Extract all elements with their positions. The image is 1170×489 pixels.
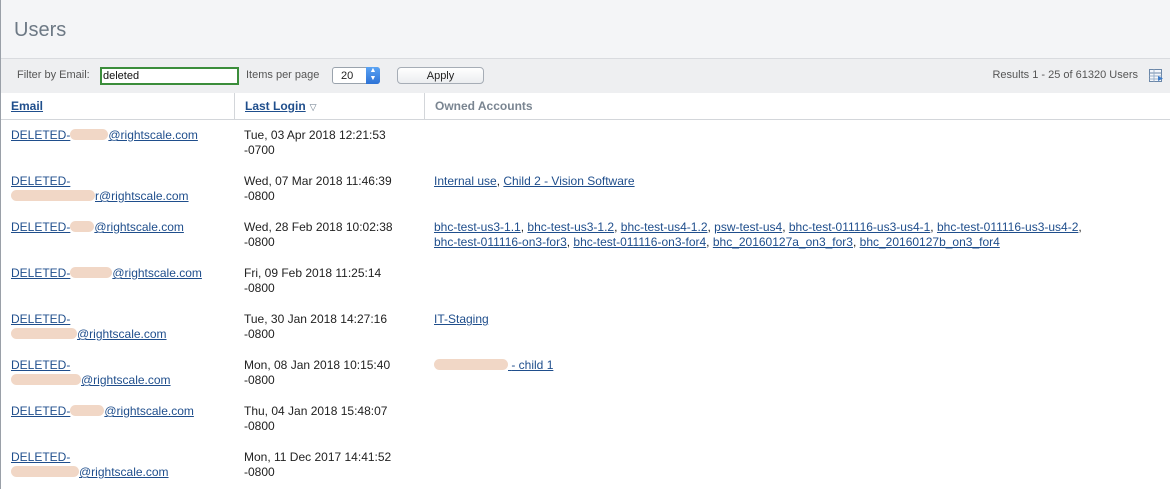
owned-accounts-header-label: Owned Accounts — [435, 99, 533, 113]
account-link[interactable]: Internal use — [434, 174, 497, 188]
account-link[interactable]: bhc-test-us3-1.1 — [434, 220, 521, 234]
login-date: Tue, 03 Apr 2018 12:21:53 — [244, 128, 386, 142]
column-header-owned-accounts: Owned Accounts — [424, 93, 1170, 119]
login-timezone: -0700 — [244, 143, 275, 157]
owned-accounts-cell: - child 1 — [434, 358, 1164, 373]
redacted-text — [11, 328, 77, 339]
owned-accounts-cell: bhc-test-us3-1.1, bhc-test-us3-1.2, bhc-… — [434, 220, 1082, 249]
last-login-cell: Mon, 11 Dec 2017 14:41:52 -0800 — [244, 450, 424, 480]
last-login-cell: Wed, 28 Feb 2018 10:02:38 -0800 — [244, 220, 424, 250]
login-timezone: -0800 — [244, 327, 275, 341]
last-login-cell: Wed, 07 Mar 2018 11:46:39 -0800 — [244, 174, 424, 204]
account-link[interactable]: IT-Staging — [434, 312, 489, 326]
account-link[interactable]: Child 2 - Vision Software — [503, 174, 634, 188]
account-link[interactable]: - child 1 — [434, 358, 553, 372]
redacted-text — [70, 267, 113, 278]
email-cell: DELETED- @rightscale.com — [11, 358, 231, 388]
last-login-cell: Tue, 03 Apr 2018 12:21:53 -0700 — [244, 128, 424, 158]
login-date: Wed, 28 Feb 2018 10:02:38 — [244, 220, 393, 234]
filter-email-input[interactable] — [100, 67, 239, 85]
last-login-cell: Fri, 09 Feb 2018 11:25:14 -0800 — [244, 266, 424, 296]
user-email-link[interactable]: DELETED- @rightscale.com — [11, 404, 194, 418]
last-login-cell: Thu, 04 Jan 2018 15:48:07 -0800 — [244, 404, 424, 434]
owned-accounts-cell: Internal use, Child 2 - Vision Software — [434, 174, 635, 188]
select-arrows-icon: ▲ ▼ — [366, 67, 380, 84]
account-link[interactable]: bhc-test-011116-us3-us4-2 — [937, 220, 1078, 234]
results-count: Results 1 - 25 of 61320 Users — [992, 69, 1138, 81]
page-title: Users — [14, 19, 67, 41]
email-cell: DELETED- @rightscale.com — [11, 266, 231, 281]
login-date: Tue, 30 Jan 2018 14:27:16 — [244, 312, 388, 326]
apply-button[interactable]: Apply — [397, 67, 484, 84]
user-email-link[interactable]: DELETED- @rightscale.com — [11, 128, 198, 142]
redacted-text — [11, 190, 95, 201]
email-cell: DELETED- @rightscale.com — [11, 404, 231, 419]
account-link[interactable]: bhc-test-us3-1.2 — [527, 220, 614, 234]
redacted-text — [11, 374, 81, 385]
items-per-page-label: Items per page — [246, 69, 320, 81]
redacted-text — [70, 405, 105, 416]
user-email-link[interactable]: DELETED-r@rightscale.com — [11, 174, 189, 203]
email-cell: DELETED- @rightscale.com — [11, 128, 231, 143]
login-date: Wed, 07 Mar 2018 11:46:39 — [244, 174, 392, 188]
account-link[interactable]: bhc-test-011116-on3-for4 — [573, 235, 706, 249]
redacted-text — [70, 129, 109, 140]
login-timezone: -0800 — [244, 235, 275, 249]
users-table: DELETED- @rightscale.com Tue, 03 Apr 2018… — [1, 120, 1170, 489]
column-header-last-login[interactable]: Last Login ▽ — [234, 93, 424, 119]
items-per-page-value: 20 — [341, 70, 354, 82]
login-timezone: -0800 — [244, 419, 275, 433]
sort-by-email-link[interactable]: Email — [11, 99, 43, 113]
account-link[interactable]: bhc-test-us4-1.2 — [621, 220, 708, 234]
email-cell: DELETED- @rightscale.com — [11, 450, 231, 480]
account-link[interactable]: psw-test-us4 — [714, 220, 782, 234]
items-per-page-select[interactable]: 20 ▲ ▼ — [332, 67, 380, 84]
user-email-link[interactable]: DELETED- @rightscale.com — [11, 220, 184, 234]
account-link[interactable]: bhc_20160127b_on3_for4 — [860, 235, 1000, 249]
email-cell: DELETED- @rightscale.com — [11, 220, 231, 235]
redacted-text — [434, 359, 508, 370]
export-csv-icon[interactable] — [1148, 67, 1164, 83]
user-email-link[interactable]: DELETED- @rightscale.com — [11, 450, 169, 479]
user-email-link[interactable]: DELETED- @rightscale.com — [11, 358, 171, 387]
filter-toolbar: Filter by Email: Items per page 20 ▲▼ Ap… — [1, 58, 1170, 94]
column-header-email[interactable]: Email — [11, 93, 43, 119]
sort-descending-icon: ▽ — [309, 102, 317, 112]
email-cell: DELETED- @rightscale.com — [11, 312, 231, 342]
last-login-cell: Mon, 08 Jan 2018 10:15:40 -0800 — [244, 358, 424, 388]
account-link[interactable]: bhc-test-011116-on3-for3 — [434, 235, 567, 249]
account-link[interactable]: bhc-test-011116-us3-us4-1 — [789, 220, 930, 234]
redacted-text — [70, 221, 95, 232]
table-header: Email Last Login ▽ Owned Accounts — [1, 93, 1170, 120]
login-timezone: -0800 — [244, 281, 275, 295]
redacted-text — [11, 466, 79, 477]
login-timezone: -0800 — [244, 373, 275, 387]
sort-by-last-login-link[interactable]: Last Login — [245, 99, 306, 113]
login-date: Thu, 04 Jan 2018 15:48:07 — [244, 404, 388, 418]
account-link[interactable]: bhc_20160127a_on3_for3 — [713, 235, 853, 249]
login-date: Mon, 08 Jan 2018 10:15:40 — [244, 358, 391, 372]
email-cell: DELETED-r@rightscale.com — [11, 174, 231, 204]
login-date: Mon, 11 Dec 2017 14:41:52 — [244, 450, 392, 464]
owned-accounts-cell: IT-Staging — [434, 312, 1164, 327]
last-login-cell: Tue, 30 Jan 2018 14:27:16 -0800 — [244, 312, 424, 342]
filter-by-email-label: Filter by Email: — [17, 69, 90, 81]
login-timezone: -0800 — [244, 189, 275, 203]
user-email-link[interactable]: DELETED- @rightscale.com — [11, 312, 167, 341]
login-date: Fri, 09 Feb 2018 11:25:14 — [244, 266, 382, 280]
user-email-link[interactable]: DELETED- @rightscale.com — [11, 266, 202, 280]
login-timezone: -0800 — [244, 465, 275, 479]
